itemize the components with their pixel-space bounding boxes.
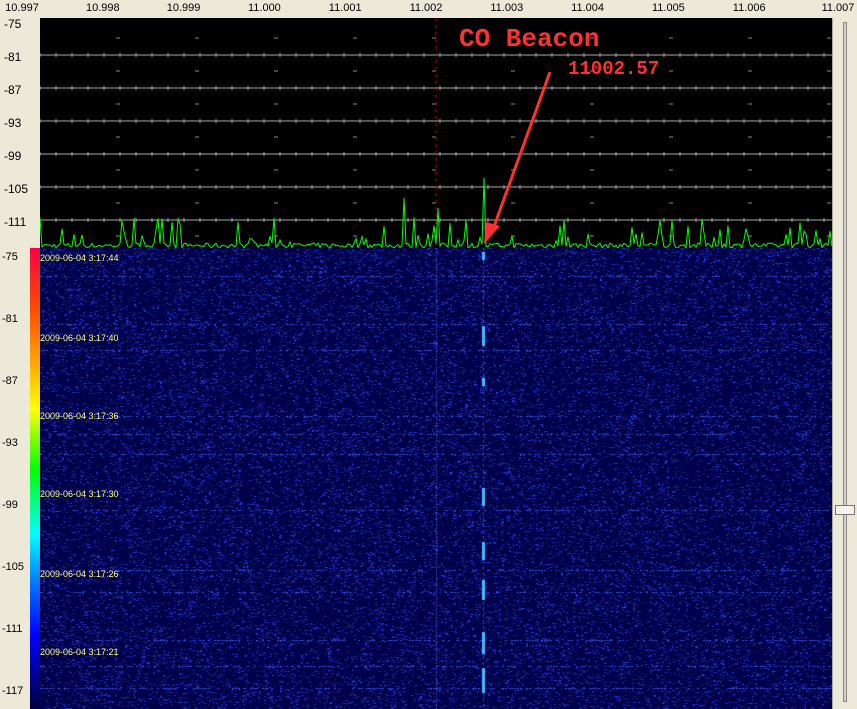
right-scroll-panel [832,18,857,709]
color-scale-bar [30,248,40,709]
spectrum-db-label: -105 [4,182,29,196]
frequency-tick-label: 10.997 [5,2,39,14]
frequency-tick-label: 11.007 [821,2,855,14]
spectrum-db-label: -81 [4,50,22,64]
spectrum-db-label: -87 [4,83,22,97]
spectrum-db-label: -111 [4,215,27,229]
waterfall-db-label: -105 [2,561,25,573]
waterfall-timestamp: 2009-06-04 3:17:44 [40,253,119,263]
level-slider-track[interactable] [843,22,847,702]
frequency-tick-label: 10.999 [166,2,201,14]
beacon-label: CO Beacon [459,24,600,54]
waterfall-db-label: -87 [2,375,18,387]
waterfall-canvas [40,248,832,709]
waterfall-timestamp: 2009-06-04 3:17:40 [40,333,119,343]
frequency-tick-label: 11.001 [328,2,362,14]
frequency-tick-label: 11.004 [571,2,605,14]
waterfall-db-label: -117 [2,685,24,697]
spectrum-plot[interactable] [40,18,832,248]
waterfall-timestamp: 2009-06-04 3:17:26 [40,569,119,579]
waterfall-timestamp: 2009-06-04 3:17:21 [40,647,119,657]
waterfall-db-label: -99 [2,499,18,511]
frequency-tick-label: 10.998 [85,2,120,14]
spectrum-db-label: -99 [4,149,22,163]
frequency-tick-label: 11.003 [490,2,524,14]
waterfall-db-axis: -75 -81 -87 -93 -99 -105 -111 -117 [0,248,30,709]
frequency-tick-label: 11.006 [732,2,766,14]
waterfall-timestamp: 2009-06-04 3:17:30 [40,489,119,499]
spectrum-trace [40,18,832,248]
waterfall-display[interactable]: 2009-06-04 3:17:44 2009-06-04 3:17:40 2009… [40,248,832,709]
level-slider-thumb[interactable] [835,505,855,515]
waterfall-db-label: -81 [2,313,18,325]
frequency-axis: 10.997 10.998 10.999 11.000 11.001 11.002 11.0… [0,0,857,18]
spectrum-db-label: -75 [4,17,22,31]
beacon-frequency-label: 11002.57 [568,58,660,80]
frequency-tick-label: 11.000 [247,2,281,14]
waterfall-timestamp: 2009-06-04 3:17:36 [40,411,119,421]
frequency-tick-label: 11.002 [409,2,443,14]
spectrum-db-label: -93 [4,116,22,130]
waterfall-db-label: -93 [2,437,18,449]
frequency-tick-label: 11.005 [651,2,685,14]
spectrum-db-axis: -75 -81 -87 -93 -99 -105 -111 [0,17,40,248]
waterfall-db-label: -75 [2,251,18,263]
waterfall-db-label: -111 [2,623,23,635]
